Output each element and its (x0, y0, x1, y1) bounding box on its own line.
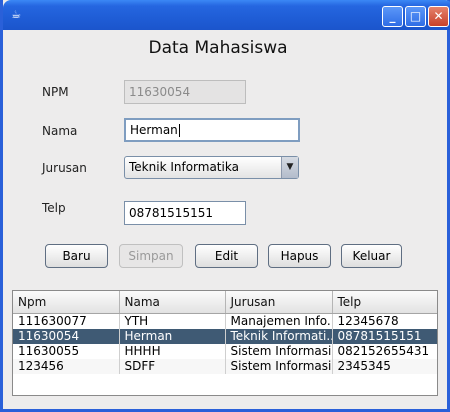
cell-telp: 08781515151 (332, 329, 437, 344)
cell-jurusan: Sistem Informasi (225, 344, 333, 359)
title-bar[interactable]: ☕ _ □ ✕ (3, 0, 450, 30)
table-row[interactable]: 11630055 HHHH Sistem Informasi 082152655… (13, 344, 437, 359)
table-row-selected[interactable]: 11630054 Herman Teknik Informati... 0878… (13, 329, 437, 344)
mahasiswa-table[interactable]: Npm Nama Jurusan Telp 111630077 YTH Mana… (12, 290, 438, 396)
text-caret (178, 124, 180, 137)
cell-jurusan: Sistem Informasi (225, 359, 333, 374)
cell-nama: YTH (119, 313, 226, 329)
cell-jurusan: Manajemen Info... (225, 313, 333, 329)
column-header-npm[interactable]: Npm (13, 291, 120, 314)
cell-npm: 111630077 (13, 313, 120, 329)
edit-button[interactable]: Edit (195, 244, 258, 268)
maximize-button[interactable]: □ (405, 6, 426, 27)
cell-npm: 11630055 (13, 344, 120, 359)
nama-label: Nama (42, 124, 78, 138)
npm-field: 11630054 (124, 80, 246, 104)
cell-telp: 2345345 (332, 359, 437, 374)
cell-jurusan: Teknik Informati... (225, 329, 333, 344)
hapus-button[interactable]: Hapus (268, 244, 331, 268)
keluar-button[interactable]: Keluar (341, 244, 402, 268)
simpan-button: Simpan (119, 244, 183, 268)
page-title: Data Mahasiswa (148, 38, 288, 58)
minimize-button[interactable]: _ (382, 6, 403, 27)
nama-value: Herman (130, 123, 178, 137)
column-header-jurusan[interactable]: Jurusan (225, 291, 333, 314)
cell-npm: 11630054 (13, 329, 120, 344)
baru-button[interactable]: Baru (45, 244, 108, 268)
jurusan-label: Jurusan (42, 161, 87, 175)
cell-telp: 12345678 (332, 313, 437, 329)
jurusan-selected-value: Teknik Informatika (129, 160, 239, 174)
cell-npm: 123456 (13, 359, 120, 374)
table-row[interactable]: 111630077 YTH Manajemen Info... 12345678 (13, 313, 437, 329)
table-row[interactable]: 123456 SDFF Sistem Informasi 2345345 (13, 359, 437, 374)
npm-label: NPM (42, 85, 69, 99)
column-header-nama[interactable]: Nama (119, 291, 226, 314)
close-button[interactable]: ✕ (428, 6, 449, 27)
java-icon: ☕ (11, 8, 21, 21)
cell-nama: HHHH (119, 344, 226, 359)
nama-field[interactable]: Herman (124, 118, 300, 142)
cell-nama: SDFF (119, 359, 226, 374)
table-header: Npm Nama Jurusan Telp (13, 291, 437, 314)
chevron-down-icon[interactable]: ▼ (281, 157, 298, 178)
column-header-telp[interactable]: Telp (332, 291, 437, 314)
jurusan-select[interactable]: Teknik Informatika ▼ (124, 156, 299, 179)
cell-telp: 082152655431 (332, 344, 437, 359)
cell-nama: Herman (119, 329, 226, 344)
telp-label: Telp (42, 201, 66, 215)
telp-field[interactable]: 08781515151 (124, 201, 246, 225)
